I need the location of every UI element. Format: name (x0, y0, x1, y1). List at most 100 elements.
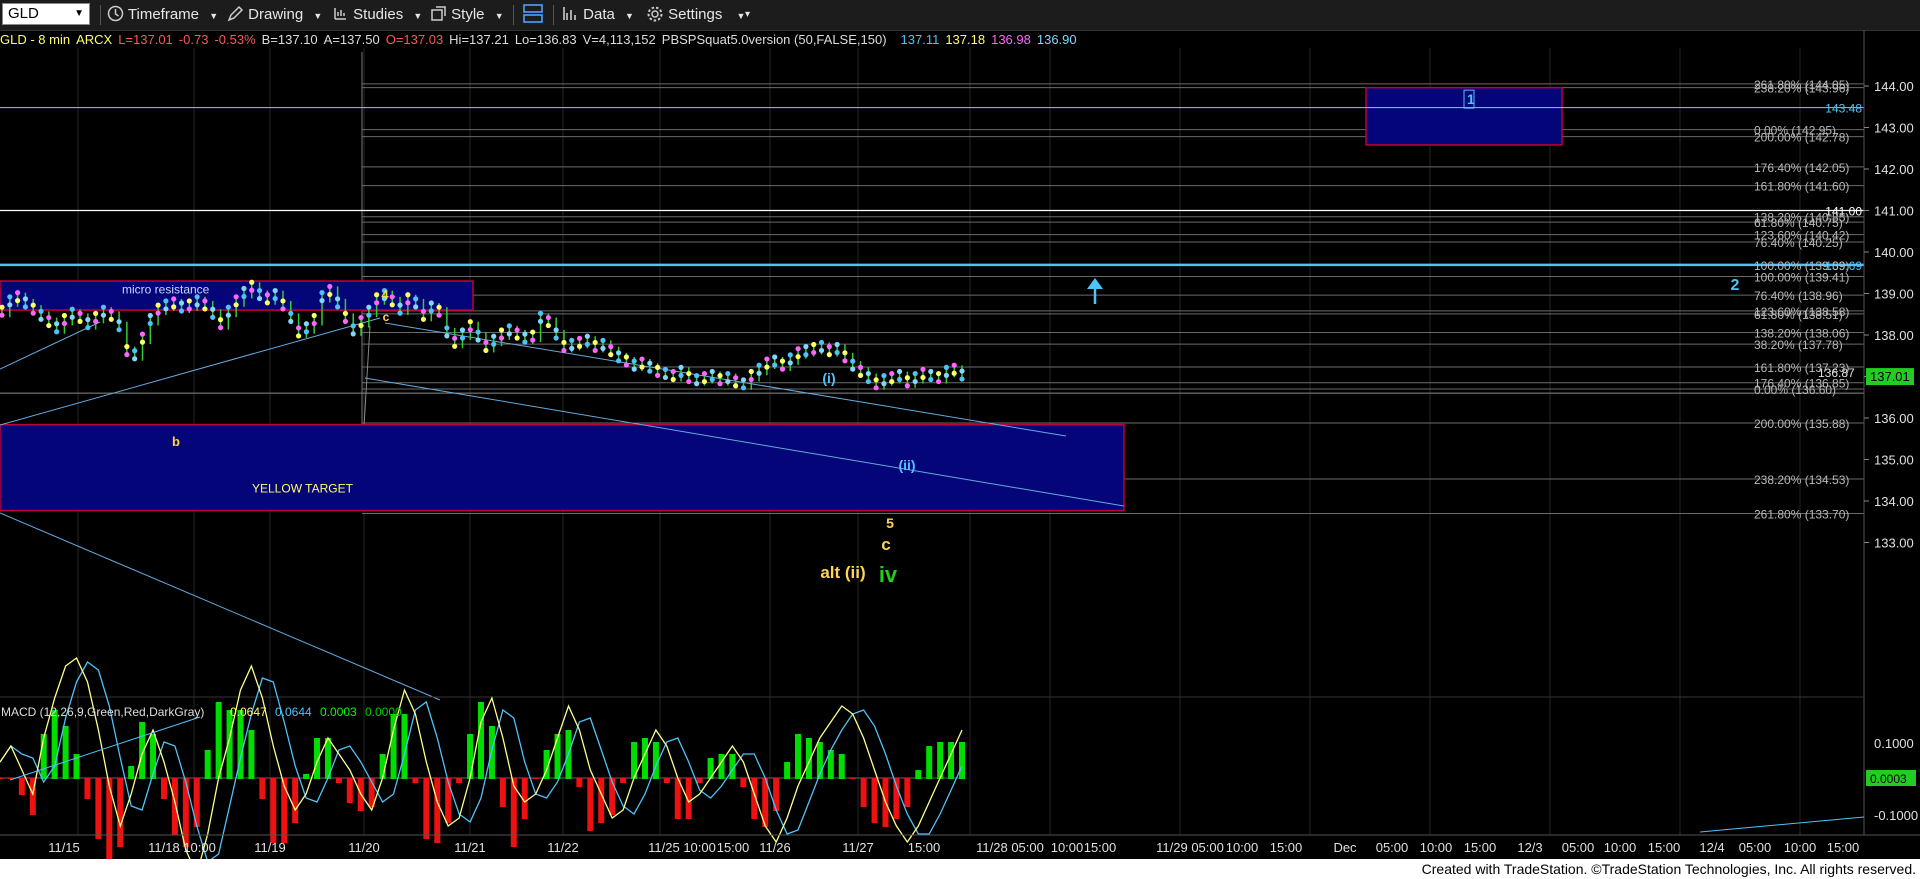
price-dot (662, 366, 669, 373)
price-dot (374, 292, 380, 298)
price-dot (717, 373, 723, 379)
price-dot (530, 329, 536, 335)
symbol-selector[interactable]: GLD ▼ (2, 3, 90, 25)
price-dot (709, 376, 715, 383)
macd-histogram-bar (18, 778, 25, 795)
time-axis-label: 11/15 (48, 840, 80, 855)
price-chart[interactable]: micro resistance YELLOW TARGET 1 4 c b (i) (ii… (0, 30, 1920, 859)
price-dot (15, 298, 21, 304)
axis-tick-label: 141.00 (1874, 204, 1914, 219)
price-dot (467, 327, 473, 333)
price-dot (779, 366, 786, 372)
data-menu[interactable]: Data ▼ (562, 0, 634, 30)
macd-histogram-bar (204, 750, 211, 779)
price-dot (553, 335, 559, 341)
price-dot (631, 366, 637, 372)
fib-label: 200.00% (135.88) (1754, 417, 1849, 431)
price-dot (483, 339, 489, 346)
price-dot (397, 310, 403, 316)
fib-label: 161.80% (141.60) (1754, 180, 1849, 194)
macd-histogram-bar (740, 778, 747, 787)
price-dot (873, 385, 879, 391)
macd-histogram-bar (674, 778, 681, 819)
price-dot (249, 287, 255, 293)
price-dot (225, 312, 231, 318)
yellow-target-zone (0, 423, 1125, 512)
price-dot (920, 366, 926, 373)
macd-histogram-bar (171, 778, 178, 835)
price-dot (818, 347, 825, 354)
price-dot (7, 294, 13, 300)
price-level-label: 143.48 (1825, 102, 1862, 116)
price-dot (475, 337, 481, 343)
macd-histogram-bar (117, 778, 124, 847)
macd-histogram-bar (598, 778, 605, 823)
price-dot (522, 339, 528, 345)
price-dot (155, 310, 161, 316)
studies-menu[interactable]: Studies ▼ (332, 0, 422, 30)
time-axis-label: 10:00 (1604, 840, 1637, 855)
price-dot (61, 312, 68, 319)
price-dot (139, 331, 146, 337)
clock-icon (107, 5, 124, 22)
macd-histogram-bar (62, 726, 69, 779)
price-dot (647, 360, 653, 366)
price-dot (678, 364, 684, 370)
price-dot (69, 306, 75, 312)
toolbar-overflow-icon[interactable]: ▾ (745, 0, 750, 30)
price-dot (256, 295, 263, 302)
macd-histogram-bar (904, 778, 911, 807)
price-dot (147, 312, 153, 319)
layout-button[interactable] (522, 0, 544, 30)
price-dot (30, 310, 36, 316)
style-menu[interactable]: Style ▼ (430, 0, 504, 30)
price-dot (584, 341, 590, 347)
macd-histogram-bar (95, 778, 102, 839)
macd-histogram-bar (0, 778, 3, 779)
price-dot (420, 316, 427, 322)
macd-histogram-bar (335, 778, 342, 783)
price-dot (54, 321, 60, 327)
drawing-menu[interactable]: Drawing ▼ (227, 0, 322, 30)
macd-histogram-bar (445, 778, 452, 823)
macd-histogram-bar (773, 778, 780, 811)
price-dot (748, 368, 754, 375)
macd-histogram-bar (587, 778, 594, 831)
price-dot (194, 302, 200, 308)
price-dot (850, 366, 856, 372)
price-dot (217, 317, 224, 323)
price-dot (233, 302, 239, 308)
settings-menu[interactable]: Settings ▼ (646, 0, 745, 30)
macd-histogram-bar (215, 702, 222, 779)
price-dot (881, 381, 887, 387)
data-label: Data (583, 6, 615, 23)
price-dot (811, 349, 817, 356)
price-dot (935, 378, 942, 385)
price-dot (865, 378, 871, 385)
price-dot (93, 318, 99, 324)
price-dot (194, 294, 200, 300)
price-dot (694, 381, 700, 387)
price-dot (506, 331, 512, 337)
price-dot (210, 314, 216, 320)
price-dot (795, 354, 801, 360)
price-dot (959, 376, 965, 382)
toolbar-divider (513, 5, 514, 25)
macd-histogram-bar (860, 778, 867, 807)
macd-histogram-bar (412, 778, 419, 783)
axis-tick-label: 142.00 (1874, 162, 1914, 177)
price-dot (553, 327, 559, 333)
price-dot (904, 383, 910, 389)
arrow-up-icon (1087, 278, 1103, 289)
macd-histogram-bar (959, 742, 965, 779)
yellow-target-label: YELLOW TARGET (252, 482, 354, 496)
price-dot (623, 354, 629, 360)
time-axis-label: 15:00 (1464, 840, 1497, 855)
price-dot (46, 314, 52, 321)
last-price-label: 137.01 (1870, 369, 1910, 384)
price-dot (834, 349, 840, 356)
macd-histogram-bar (303, 774, 310, 779)
footer: Created with TradeStation. ©TradeStation… (0, 859, 1920, 879)
timeframe-menu[interactable]: Timeframe ▼ (107, 0, 218, 30)
price-dot (694, 373, 700, 379)
